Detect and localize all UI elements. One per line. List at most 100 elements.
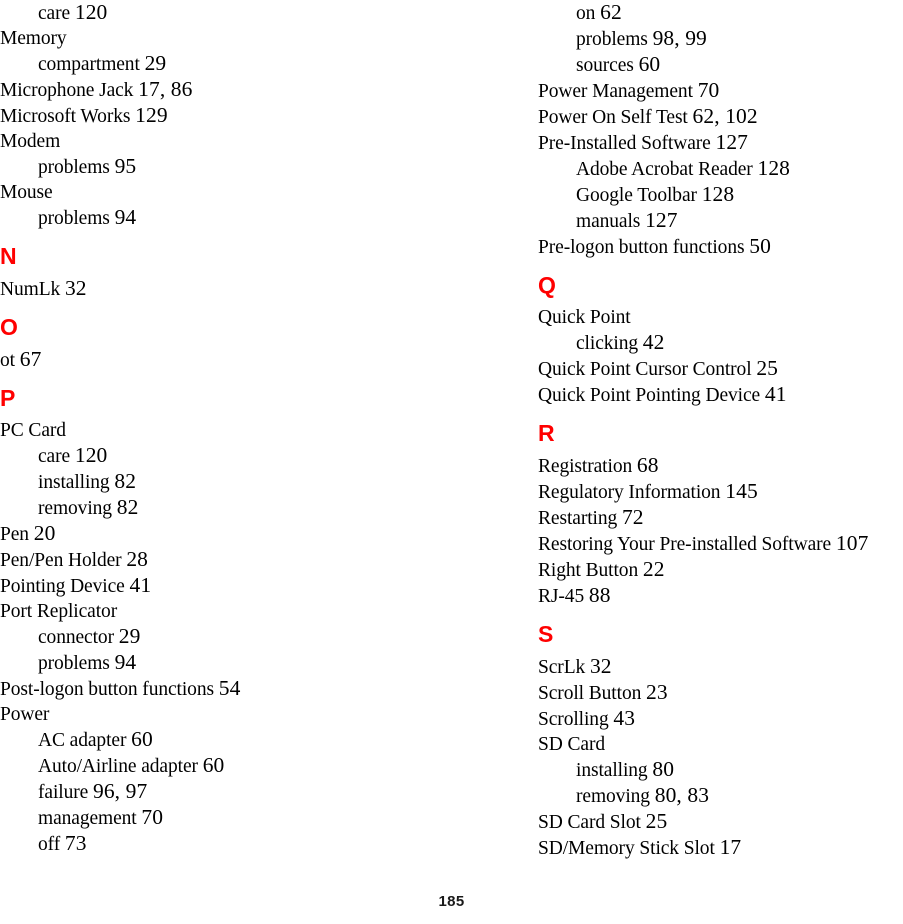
index-subentry: manuals 127 [538,208,903,234]
index-entry-term: Quick Point [538,307,631,328]
index-column-right: on 62 problems 98, 99 sources 60 Power Mana… [538,0,903,861]
index-entry-term: Microsoft Works [0,106,131,127]
section-heading-q: Q [538,272,556,298]
index-entry: Pre-Installed Software 127 [538,130,903,156]
index-entry-pages: 25 [645,809,668,833]
index-entry-term: Port Replicator [0,601,118,622]
index-entry-term: Pre-logon button functions [538,237,745,258]
index-entry-pages: 82 [116,495,139,519]
index-entry: Registration 68 [538,453,903,479]
index-entry-pages: 41 [764,382,787,406]
index-entry-term: Quick Point Pointing Device [538,385,761,406]
index-entry-term: problems [38,208,110,229]
index-entry: NumLk 32 [0,276,470,302]
index-entry-term: removing [576,786,650,807]
index-subentry: AC adapter 60 [0,727,470,753]
index-entry-term: AC adapter [38,730,127,751]
index-entry: Quick Point Cursor Control 25 [538,356,903,382]
index-entry-term: Auto/Airline adapter [38,756,198,777]
index-entry: PC Card [0,418,470,443]
index-entry-pages: 42 [642,330,665,354]
index-subentry: care 120 [0,443,470,469]
index-entry: ot 67 [0,347,470,373]
index-entry: Power [0,702,470,727]
index-entry-pages: 29 [118,624,141,648]
index-entry: Microphone Jack 17, 86 [0,77,470,103]
index-entry-term: NumLk [0,279,61,300]
index-entry: Power On Self Test 62, 102 [538,104,903,130]
index-entry: SD Card [538,732,903,757]
index-entry-pages: 67 [19,347,42,371]
index-entry-pages: 60 [638,52,661,76]
index-entry-term: Regulatory Information [538,482,721,503]
index-entry-pages: 29 [144,51,167,75]
index-subentry: Auto/Airline adapter 60 [0,753,470,779]
index-entry-term: care [38,3,71,24]
index-entry-pages: 80 [652,757,675,781]
index-entry-term: compartment [38,54,140,75]
index-entry-pages: 50 [749,234,771,258]
index-entry: Modem [0,129,470,154]
index-entry: Right Button 22 [538,557,903,583]
index-entry-term: Pointing Device [0,576,125,597]
section-heading-p: P [0,385,16,411]
index-entry-term: Restarting [538,508,618,529]
index-entry-pages: 43 [613,706,636,730]
index-entry-term: problems [38,157,110,178]
index-subentry: problems 98, 99 [538,26,903,52]
index-entry-term: connector [38,627,114,648]
index-entry-term: sources [576,55,634,76]
index-subentry: problems 95 [0,154,470,180]
index-entry: ScrLk 32 [538,654,903,680]
index-entry-pages: 127 [715,130,749,154]
index-entry-term: care [38,446,71,467]
index-entry: SD/Memory Stick Slot 17 [538,835,903,861]
index-entry-term: RJ-45 [538,586,585,607]
index-entry-pages: 28 [126,547,149,571]
index-entry: Memory [0,26,470,51]
index-entry: Regulatory Information 145 [538,479,903,505]
index-entry-pages: 128 [757,156,791,180]
index-subentry: installing 80 [538,757,903,783]
index-entry-term: Mouse [0,182,53,203]
index-subentry: Google Toolbar 128 [538,182,903,208]
index-entry-term: Power [0,704,50,725]
index-entry-pages: 94 [114,650,137,674]
index-subentry: failure 96, 97 [0,779,470,805]
index-entry-term: ot [0,350,15,371]
index-entry-pages: 129 [135,103,168,127]
index-entry-pages: 128 [701,182,735,206]
index-entry-term: Google Toolbar [576,185,697,206]
index-entry-pages: 70 [697,78,720,102]
index-entry-term: Quick Point Cursor Control [538,359,752,380]
index-entry: Pen/Pen Holder 28 [0,547,470,573]
section-heading-r: R [538,420,555,446]
index-entry-term: SD Card Slot [538,812,641,833]
index-subentry: off 73 [0,831,470,857]
index-entry-pages: 23 [646,680,668,704]
index-entry-pages: 94 [114,205,137,229]
index-subentry: compartment 29 [0,51,470,77]
index-entry-term: Pre-Installed Software [538,133,711,154]
index-entry: Pointing Device 41 [0,573,470,599]
index-entry-term: Microphone Jack [0,80,134,101]
index-entry-pages: 72 [621,505,644,529]
index-entry-term: installing [38,472,110,493]
index-entry-pages: 17, 86 [138,77,193,101]
index-subentry: problems 94 [0,650,470,676]
index-entry-pages: 32 [589,654,612,678]
index-entry: Quick Point [538,305,903,330]
index-entry-term: on [576,3,596,24]
index-entry-pages: 107 [835,531,869,555]
index-entry-term: manuals [576,211,641,232]
index-entry: Scrolling 43 [538,706,903,732]
index-columns: care 120 Memory compartment 29 Microphone J… [0,0,903,866]
index-entry-pages: 127 [645,208,678,232]
index-entry-term: Modem [0,131,61,152]
index-entry-pages: 98, 99 [652,26,707,50]
index-entry-term: SD Card [538,734,606,755]
index-subentry: removing 82 [0,495,470,521]
index-entry-pages: 120 [74,0,108,24]
index-subentry: sources 60 [538,52,903,78]
index-subentry: problems 94 [0,205,470,231]
